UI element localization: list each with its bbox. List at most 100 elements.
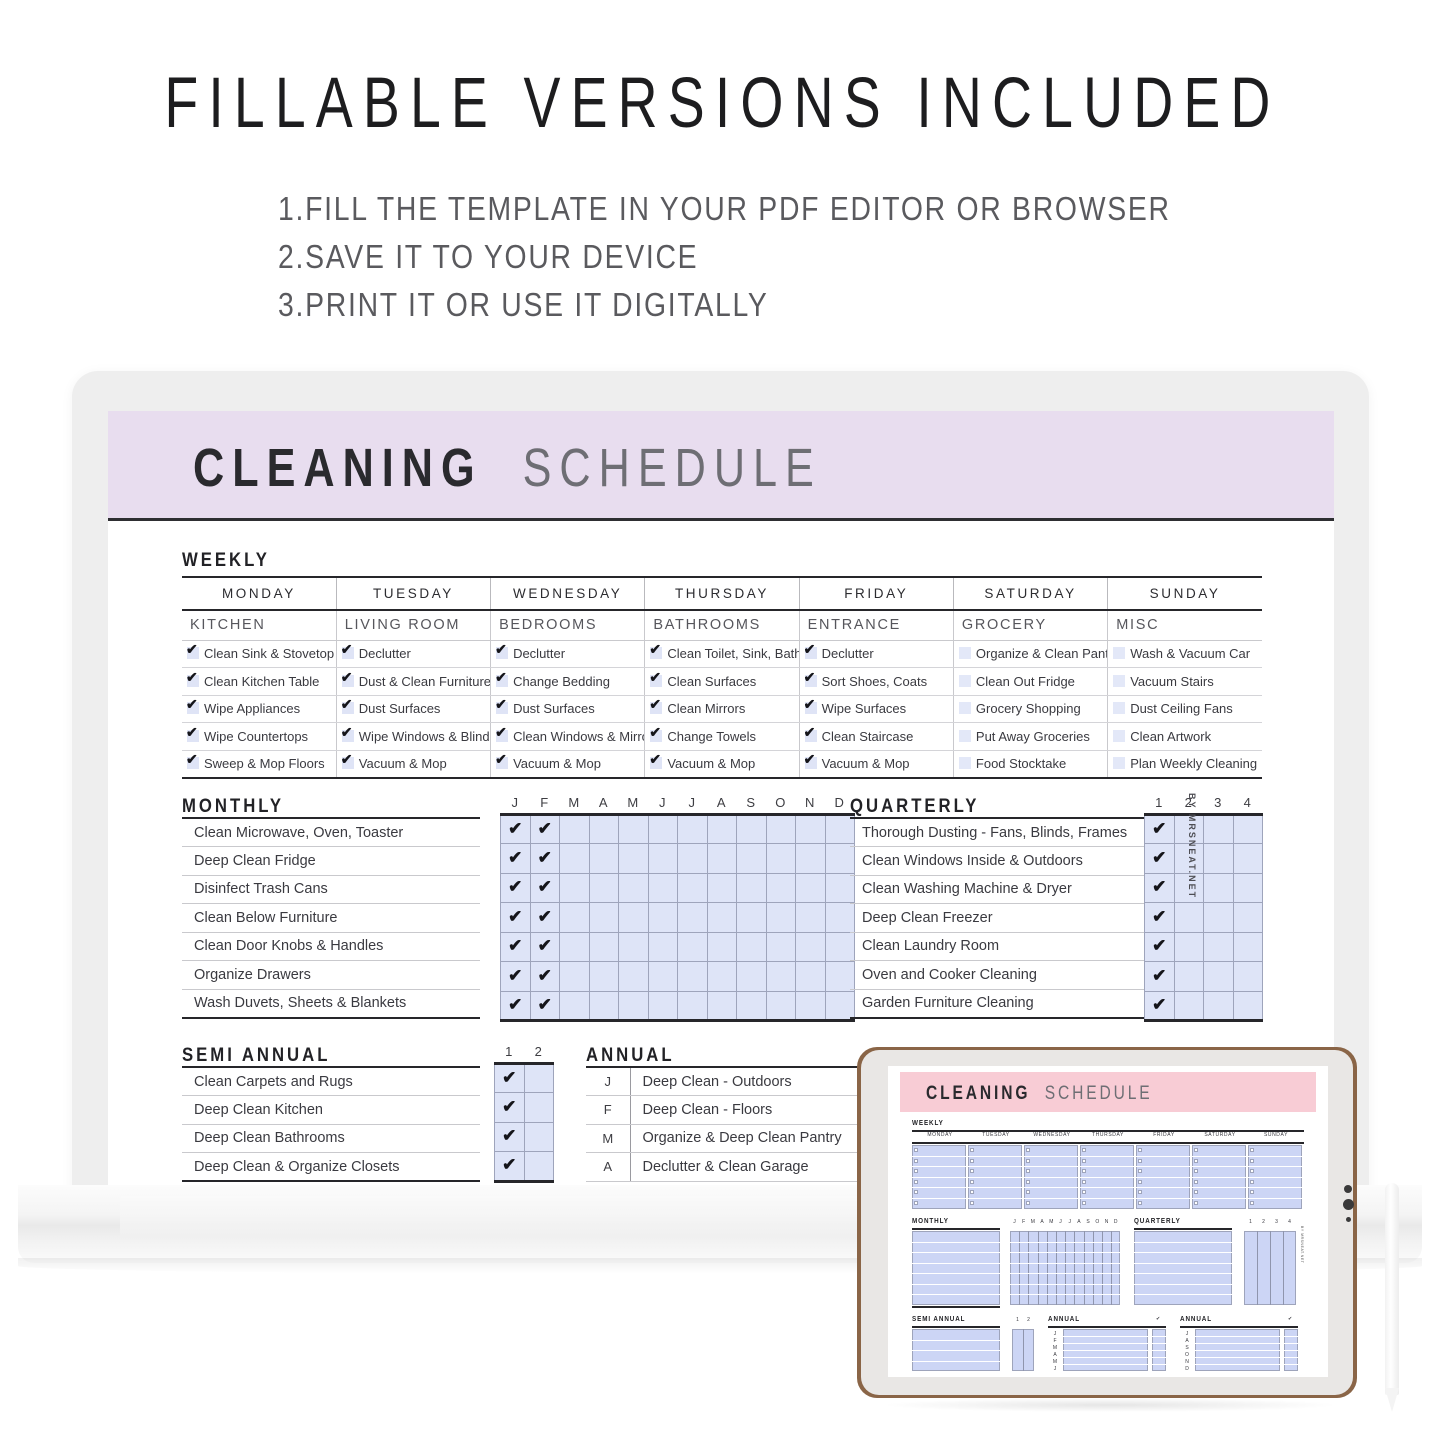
checkbox-empty-icon[interactable] [1194, 1179, 1198, 1184]
monthly-grid-cell[interactable] [736, 961, 767, 992]
checkbox-checked-icon[interactable] [341, 752, 354, 769]
quarterly-grid-cell[interactable] [1173, 931, 1204, 962]
monthly-grid-cell[interactable] [647, 990, 678, 1022]
weekly-task-cell[interactable]: Clean Kitchen Table [182, 667, 337, 696]
monthly-grid-cell[interactable] [618, 902, 649, 933]
checkbox-empty-icon[interactable] [1026, 1190, 1030, 1194]
monthly-task-label[interactable]: Deep Clean Fridge [182, 846, 480, 876]
semi-annual-task-label[interactable]: Deep Clean Bathrooms [182, 1124, 480, 1153]
monthly-grid-cell[interactable] [765, 961, 796, 992]
monthly-grid-cell-checked[interactable]: ✔ [529, 961, 560, 992]
quarterly-grid-cell[interactable] [1203, 990, 1234, 1022]
checkbox-empty-icon[interactable] [1250, 1200, 1254, 1205]
monthly-grid-cell[interactable] [736, 902, 767, 933]
checkbox-empty-icon[interactable] [970, 1169, 974, 1173]
checkbox-empty-icon[interactable] [1113, 647, 1126, 660]
monthly-grid-cell[interactable] [588, 961, 619, 992]
monthly-grid-cell-checked[interactable]: ✔ [500, 961, 531, 992]
checkbox-empty-icon[interactable] [1138, 1190, 1142, 1194]
checkbox-checked-icon[interactable] [186, 670, 199, 687]
monthly-grid-cell[interactable] [647, 843, 678, 874]
checkbox-empty-icon[interactable] [1026, 1169, 1030, 1173]
quarterly-grid-cell[interactable] [1203, 902, 1234, 933]
checkbox-empty-icon[interactable] [1082, 1200, 1086, 1205]
quarterly-grid-cell[interactable] [1203, 961, 1234, 992]
checkbox-empty-icon[interactable] [1026, 1200, 1030, 1205]
quarterly-grid-cell[interactable] [1232, 812, 1263, 844]
monthly-grid-cell[interactable] [647, 961, 678, 992]
monthly-grid-cell-checked[interactable]: ✔ [500, 843, 531, 874]
monthly-grid-cell[interactable] [647, 872, 678, 903]
checkbox-empty-icon[interactable] [970, 1190, 974, 1194]
checkbox-empty-icon[interactable] [1194, 1158, 1198, 1163]
checkbox-empty-icon[interactable] [958, 757, 971, 769]
checkbox-empty-icon[interactable] [1138, 1169, 1142, 1173]
quarterly-grid-cell[interactable] [1232, 843, 1263, 874]
weekly-task-cell[interactable]: Vacuum & Mop [798, 750, 954, 779]
quarterly-task-label[interactable]: Clean Laundry Room [850, 932, 1164, 961]
weekly-task-cell[interactable]: Clean Surfaces [644, 667, 800, 696]
checkbox-empty-icon[interactable] [1113, 729, 1126, 742]
monthly-grid-cell[interactable] [559, 961, 590, 992]
weekly-task-cell[interactable]: Clean Sink & Stovetop [182, 640, 337, 668]
monthly-grid-cell[interactable] [559, 872, 590, 903]
checkbox-empty-icon[interactable] [1082, 1179, 1086, 1184]
monthly-grid-cell[interactable] [706, 902, 737, 933]
monthly-grid-cell[interactable] [795, 843, 826, 874]
monthly-grid-cell-checked[interactable]: ✔ [529, 902, 560, 933]
quarterly-grid-cell[interactable] [1232, 961, 1263, 992]
checkbox-checked-icon[interactable] [341, 697, 354, 715]
monthly-grid-cell[interactable] [559, 990, 590, 1022]
monthly-grid-cell[interactable] [765, 990, 796, 1022]
monthly-grid-cell[interactable] [765, 902, 796, 933]
monthly-grid-cell[interactable] [795, 961, 826, 992]
quarterly-grid-cell[interactable] [1232, 931, 1263, 962]
checkbox-checked-icon[interactable] [186, 642, 199, 660]
checkbox-empty-icon[interactable] [1026, 1158, 1030, 1163]
checkbox-empty-icon[interactable] [1250, 1190, 1254, 1194]
checkbox-checked-icon[interactable] [649, 752, 663, 769]
checkbox-empty-icon[interactable] [1113, 674, 1126, 687]
quarterly-grid-cell-checked[interactable]: ✔ [1144, 902, 1175, 933]
monthly-grid-cell-checked[interactable]: ✔ [500, 812, 531, 844]
weekly-task-cell[interactable]: Sort Shoes, Coats [798, 667, 954, 696]
weekly-task-cell[interactable]: Sweep & Mop Floors [182, 750, 337, 779]
quarterly-task-label[interactable]: Garden Furniture Cleaning [850, 989, 1164, 1019]
monthly-grid-cell-checked[interactable]: ✔ [500, 990, 531, 1022]
weekly-task-cell[interactable]: Declutter [490, 640, 645, 668]
monthly-grid-cell[interactable] [588, 872, 619, 903]
checkbox-empty-icon[interactable] [970, 1179, 974, 1184]
monthly-grid-cell[interactable] [647, 902, 678, 933]
semi-annual-task-label[interactable]: Deep Clean & Organize Closets [182, 1152, 480, 1182]
semi-annual-grid-cell[interactable] [523, 1061, 554, 1093]
quarterly-grid-cell[interactable] [1173, 990, 1204, 1022]
monthly-grid-cell[interactable] [588, 812, 619, 844]
quarterly-task-label[interactable]: Thorough Dusting - Fans, Blinds, Frames [850, 818, 1164, 847]
checkbox-empty-icon[interactable] [1026, 1148, 1030, 1152]
quarterly-grid-cell[interactable] [1173, 902, 1204, 933]
weekly-task-cell[interactable]: Clean Out Fridge [952, 667, 1108, 696]
monthly-grid-cell[interactable] [559, 843, 590, 874]
weekly-task-cell[interactable]: Dust Ceiling Fans [1107, 695, 1262, 723]
checkbox-empty-icon[interactable] [958, 702, 971, 715]
semi-annual-grid-cell-checked[interactable]: ✔ [494, 1121, 525, 1152]
monthly-grid-cell[interactable] [795, 931, 826, 962]
monthly-grid-cell[interactable] [736, 990, 767, 1022]
monthly-grid-cell-checked[interactable]: ✔ [529, 812, 560, 844]
weekly-task-cell[interactable]: Dust Surfaces [335, 695, 491, 723]
checkbox-checked-icon[interactable] [804, 725, 817, 742]
weekly-task-cell[interactable]: Grocery Shopping [952, 695, 1108, 723]
checkbox-checked-icon[interactable] [495, 697, 509, 715]
monthly-grid-cell[interactable] [706, 931, 737, 962]
monthly-grid-cell-checked[interactable]: ✔ [500, 902, 531, 933]
semi-annual-grid-cell-checked[interactable]: ✔ [494, 1151, 525, 1183]
checkbox-checked-icon[interactable] [341, 642, 354, 660]
quarterly-grid-cell[interactable] [1203, 843, 1234, 874]
monthly-task-label[interactable]: Clean Door Knobs & Handles [182, 932, 480, 961]
checkbox-checked-icon[interactable] [649, 725, 663, 742]
monthly-grid-cell[interactable] [765, 931, 796, 962]
checkbox-empty-icon[interactable] [1026, 1179, 1030, 1184]
weekly-task-cell[interactable]: Change Towels [644, 722, 800, 751]
semi-annual-grid-cell[interactable] [523, 1121, 554, 1152]
checkbox-checked-icon[interactable] [804, 642, 817, 660]
